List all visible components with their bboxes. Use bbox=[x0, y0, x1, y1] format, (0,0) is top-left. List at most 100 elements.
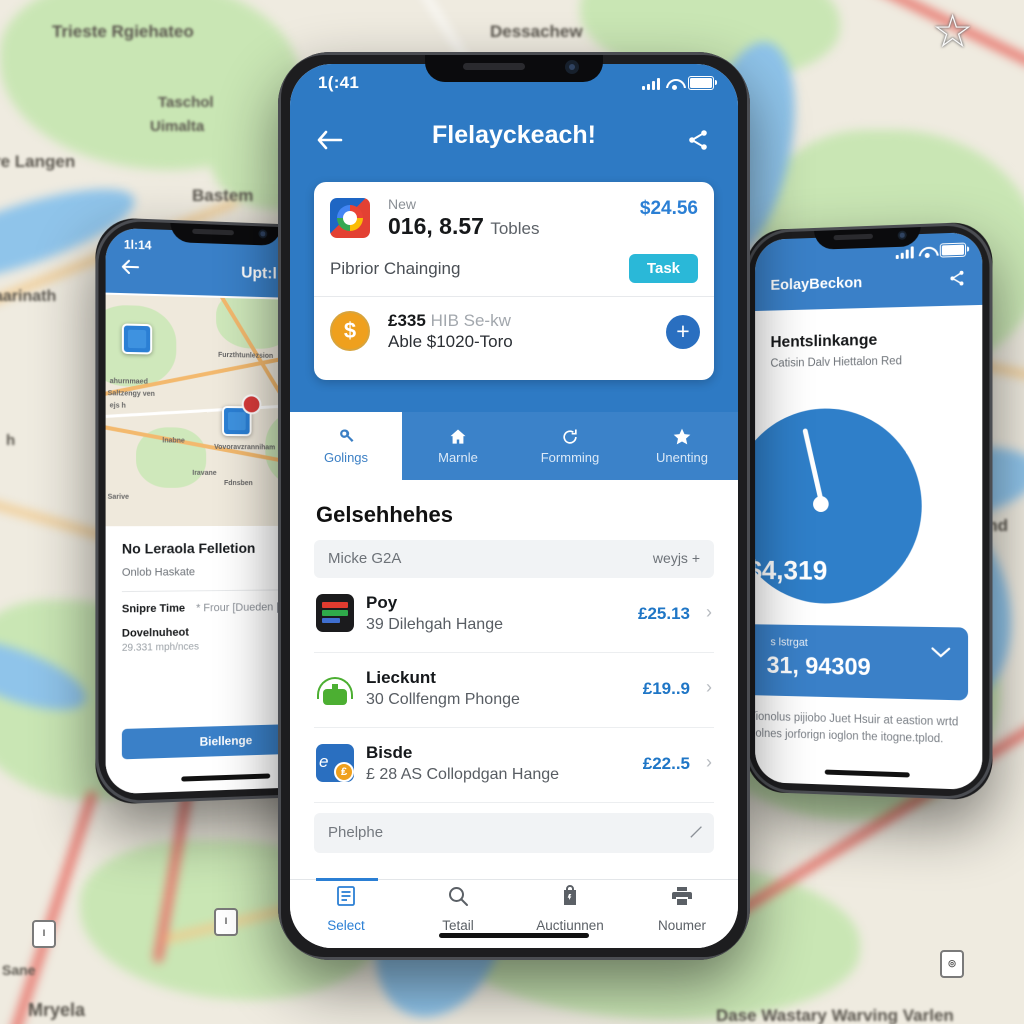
search-tag-icon bbox=[336, 427, 356, 447]
blue-coin-icon: e ₤ bbox=[316, 744, 354, 782]
list-rows-container: Poy 39 Dilehgah Hange £25.13 › Lieckunt 30 Co… bbox=[290, 578, 738, 803]
section-title: Gelsehhehes bbox=[316, 502, 712, 528]
share-icon[interactable] bbox=[948, 269, 966, 293]
top-tab-label: Golings bbox=[324, 450, 368, 465]
card-bottom-amount: £335 bbox=[388, 311, 426, 330]
add-button[interactable]: + bbox=[666, 315, 700, 349]
bottom-tab-select[interactable]: Select bbox=[290, 880, 402, 948]
status-time: 1(:41 bbox=[318, 73, 359, 93]
bottom-tab-label: Select bbox=[327, 918, 365, 933]
left-status-time: 1l:14 bbox=[124, 237, 152, 252]
earpiece-speaker bbox=[192, 229, 234, 236]
right-panel-value: 31, 94309 bbox=[767, 652, 871, 682]
front-camera-icon bbox=[565, 60, 579, 74]
top-tab-marnle[interactable]: Marnle bbox=[402, 412, 514, 480]
list-item[interactable]: Lieckunt 30 Collfengm Phonge £19..9 › bbox=[314, 653, 714, 728]
map-label: ahurnmaed bbox=[110, 378, 148, 386]
back-arrow-icon[interactable] bbox=[120, 259, 140, 281]
map-marker-pin[interactable] bbox=[122, 323, 152, 354]
chevron-right-icon[interactable]: › bbox=[706, 677, 712, 698]
top-tab-label: Unenting bbox=[656, 450, 708, 465]
map-marker-badge[interactable] bbox=[242, 394, 262, 414]
earpiece-speaker bbox=[834, 234, 873, 240]
map-label: Dessachew bbox=[490, 22, 583, 42]
list-item-price: £25.13 bbox=[638, 604, 690, 624]
search-icon bbox=[446, 884, 470, 913]
share-icon[interactable] bbox=[680, 122, 716, 158]
battery-icon bbox=[940, 243, 966, 258]
signal-icon bbox=[642, 78, 660, 90]
map-label: ejs h bbox=[110, 402, 126, 409]
summary-card[interactable]: New 016, 8.57 Tobles $24.56 Pibrior Chai… bbox=[314, 182, 714, 380]
list-item[interactable]: Poy 39 Dilehgah Hange £25.13 › bbox=[314, 578, 714, 653]
battery-icon bbox=[688, 76, 714, 90]
right-subtitle: Catisin Dalv Hiettalon Red bbox=[770, 354, 982, 370]
notch bbox=[170, 220, 281, 246]
right-paragraph: Tionolus pijiobo Juet Hsuir at eastion w… bbox=[755, 709, 966, 749]
top-tab-golings[interactable]: Golings bbox=[290, 412, 402, 480]
map-label: Trieste Rgiehateo bbox=[52, 22, 194, 42]
map-label: Taschol bbox=[158, 94, 214, 111]
chevron-right-icon[interactable]: › bbox=[706, 752, 712, 773]
bottom-tab-noumer[interactable]: Noumer bbox=[626, 880, 738, 948]
filter-bar[interactable]: Micke G2A weyjs + bbox=[314, 540, 714, 578]
right-phone-device: EolayBeckon Hentslinkange Catisin Dalv H… bbox=[746, 221, 993, 800]
map-label: Mryela bbox=[28, 1000, 85, 1021]
map-label: Fdnsben bbox=[224, 480, 253, 487]
card-price: $24.56 bbox=[640, 198, 698, 220]
card-bottom-line2: Able $1020-Toro bbox=[388, 331, 698, 353]
map-label: Uimalta bbox=[150, 118, 204, 135]
chevron-down-icon[interactable] bbox=[930, 645, 952, 665]
status-icons bbox=[642, 76, 714, 90]
wifi-icon bbox=[919, 246, 935, 259]
filter-label: Micke G2A bbox=[328, 550, 401, 567]
card-top-section: New 016, 8.57 Tobles $24.56 Pibrior Chai… bbox=[314, 182, 714, 296]
list-item-name: Poy bbox=[366, 593, 397, 613]
card-amount-unit: Tobles bbox=[490, 219, 539, 238]
list-footer-row[interactable]: Phelphe | bbox=[314, 813, 714, 853]
center-phone-screen: 1(:41 Flelayckeach! New 016, 8.57 Tobles… bbox=[290, 64, 738, 948]
left-detail-label: Snipre Time bbox=[122, 602, 185, 615]
map-label: aarinath bbox=[0, 288, 56, 306]
google-logo-icon bbox=[330, 198, 370, 238]
list-document-icon bbox=[334, 884, 358, 913]
wifi-icon bbox=[666, 78, 682, 90]
auction-bag-icon bbox=[558, 884, 582, 913]
printer-icon bbox=[670, 884, 694, 913]
card-bottom-line1: £335 HIB Se-kw bbox=[388, 310, 698, 331]
sim-card-icon bbox=[316, 594, 354, 632]
map-label: Sane bbox=[2, 962, 35, 978]
map-label: re Langen bbox=[0, 152, 75, 172]
home-icon bbox=[448, 427, 468, 447]
notch bbox=[814, 224, 921, 250]
right-summary-panel[interactable]: s lstrgat 31, 94309 bbox=[755, 624, 968, 700]
map-label: Bastem bbox=[192, 186, 253, 206]
filter-action[interactable]: weyjs + bbox=[653, 550, 700, 566]
refresh-icon bbox=[560, 427, 580, 447]
gauge-hub bbox=[813, 496, 829, 512]
map-route-shield: I bbox=[214, 908, 238, 936]
right-primary-button[interactable]: Desiat bbox=[755, 784, 966, 791]
list-item[interactable]: e ₤ Bisde £ 28 AS Collopdgan Hange £22..5 › bbox=[314, 728, 714, 803]
top-tab-formming[interactable]: Formming bbox=[514, 412, 626, 480]
earpiece-speaker bbox=[463, 63, 525, 70]
chevron-right-icon[interactable]: › bbox=[706, 602, 712, 623]
map-route-shield: ◎ bbox=[940, 950, 964, 978]
bottom-tab-label: Noumer bbox=[658, 918, 706, 933]
active-tab-indicator bbox=[316, 878, 378, 881]
bottom-tab-label: Auctiunnen bbox=[536, 918, 604, 933]
left-detail-value: * Frour [Dueden | bbox=[196, 601, 279, 614]
navigation-bar: Flelayckeach! bbox=[290, 108, 738, 170]
gauge-chart: $4,319 bbox=[755, 407, 922, 604]
list-item-name: Lieckunt bbox=[366, 668, 436, 688]
map-label: h bbox=[6, 432, 15, 449]
map-label: Iravane bbox=[192, 470, 216, 477]
gauge-value: $4,319 bbox=[755, 555, 827, 586]
signal-icon bbox=[896, 246, 914, 259]
list-item-name: Bisde bbox=[366, 743, 412, 763]
top-tab-unenting[interactable]: Unenting bbox=[626, 412, 738, 480]
list-item-description: 30 Collfengm Phonge bbox=[366, 691, 520, 709]
status-badge[interactable]: Task bbox=[629, 254, 698, 283]
card-bottom-note: HIB Se-kw bbox=[431, 311, 511, 330]
slash-icon: | bbox=[688, 824, 704, 840]
